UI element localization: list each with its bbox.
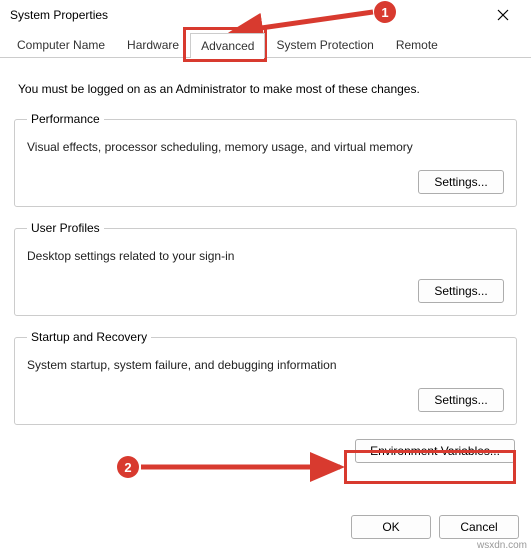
tab-remote[interactable]: Remote: [385, 32, 449, 57]
tab-computer-name[interactable]: Computer Name: [6, 32, 116, 57]
group-performance: Performance Visual effects, processor sc…: [14, 112, 517, 207]
cancel-button[interactable]: Cancel: [439, 515, 519, 539]
group-startup-recovery: Startup and Recovery System startup, sys…: [14, 330, 517, 425]
group-user-profiles: User Profiles Desktop settings related t…: [14, 221, 517, 316]
group-startup-recovery-desc: System startup, system failure, and debu…: [27, 358, 504, 372]
tab-strip: Computer Name Hardware Advanced System P…: [0, 30, 531, 58]
group-performance-desc: Visual effects, processor scheduling, me…: [27, 140, 504, 154]
tab-advanced[interactable]: Advanced: [190, 33, 265, 58]
window-title: System Properties: [10, 8, 108, 22]
startup-recovery-settings-button[interactable]: Settings...: [418, 388, 504, 412]
window-titlebar: System Properties: [0, 0, 531, 30]
watermark: wsxdn.com: [477, 540, 527, 551]
environment-variables-button[interactable]: Environment Variables...: [355, 439, 515, 463]
tab-hardware[interactable]: Hardware: [116, 32, 190, 57]
user-profiles-settings-button[interactable]: Settings...: [418, 279, 504, 303]
group-user-profiles-legend: User Profiles: [27, 221, 104, 235]
group-user-profiles-desc: Desktop settings related to your sign-in: [27, 249, 504, 263]
group-startup-recovery-legend: Startup and Recovery: [27, 330, 151, 344]
close-icon[interactable]: [483, 0, 523, 30]
tab-system-protection[interactable]: System Protection: [265, 32, 384, 57]
admin-notice: You must be logged on as an Administrato…: [18, 82, 513, 96]
ok-button[interactable]: OK: [351, 515, 431, 539]
performance-settings-button[interactable]: Settings...: [418, 170, 504, 194]
tab-content-advanced: You must be logged on as an Administrato…: [0, 58, 531, 473]
dialog-footer: OK Cancel: [351, 515, 519, 539]
group-performance-legend: Performance: [27, 112, 104, 126]
